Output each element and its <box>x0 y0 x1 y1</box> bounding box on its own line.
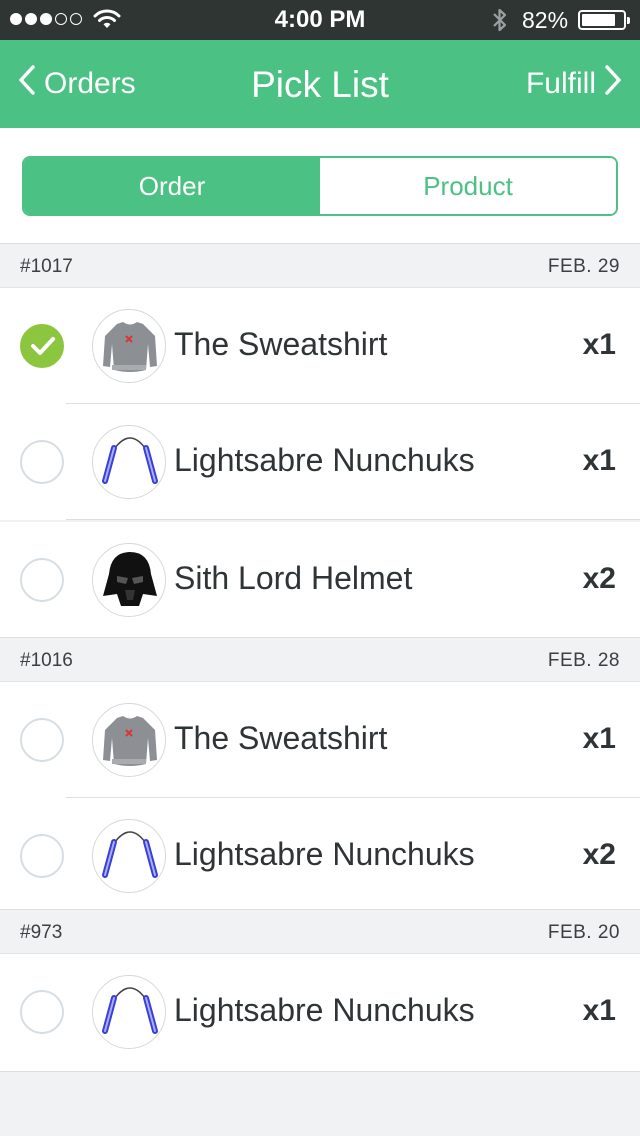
order-number: #1016 <box>20 650 73 671</box>
unchecked-checkbox[interactable] <box>20 440 64 484</box>
list-item[interactable]: Lightsabre Nunchuks x1 <box>0 404 640 520</box>
nunchuks-icon <box>92 425 166 499</box>
product-name: The Sweatshirt <box>174 326 388 362</box>
battery-icon <box>578 10 630 30</box>
sweatshirt-icon <box>92 309 166 383</box>
product-name: Sith Lord Helmet <box>174 560 413 596</box>
quantity: x1 <box>582 994 616 1027</box>
bluetooth-icon <box>490 7 510 38</box>
helmet-icon <box>92 543 166 617</box>
sweatshirt-icon <box>92 703 166 777</box>
order-header: #973 FEB. 20 <box>0 910 640 954</box>
list-item[interactable]: Lightsabre Nunchuks x2 <box>0 798 640 910</box>
quantity: x2 <box>582 838 616 871</box>
unchecked-checkbox[interactable] <box>20 990 64 1034</box>
order-date: FEB. 28 <box>547 650 620 671</box>
order-date: FEB. 20 <box>547 922 620 943</box>
product-name: Lightsabre Nunchuks <box>174 836 475 872</box>
order-date: FEB. 29 <box>547 256 620 277</box>
fulfill-label: Fulfill <box>525 67 596 100</box>
unchecked-checkbox[interactable] <box>20 718 64 762</box>
navigation-bar: Orders Pick List Fulfill <box>0 40 640 128</box>
list-item[interactable]: Sith Lord Helmet x2 <box>0 522 640 638</box>
quantity: x1 <box>582 444 616 477</box>
chevron-right-icon <box>604 64 622 104</box>
list-item[interactable]: The Sweatshirt x1 <box>0 682 640 798</box>
quantity: x1 <box>582 328 616 361</box>
segment-area: Order Product <box>0 128 640 244</box>
battery-percent: 82% <box>522 7 569 33</box>
nunchuks-icon <box>92 819 166 893</box>
fulfill-button[interactable]: Fulfill <box>526 64 622 104</box>
order-header: #1017 FEB. 29 <box>0 244 640 288</box>
checked-checkbox[interactable] <box>20 324 64 368</box>
unchecked-checkbox[interactable] <box>20 834 64 878</box>
quantity: x1 <box>582 722 616 755</box>
segment-product[interactable]: Product <box>320 158 616 214</box>
segment-order[interactable]: Order <box>24 158 320 214</box>
quantity: x2 <box>582 562 616 595</box>
unchecked-checkbox[interactable] <box>20 558 64 602</box>
product-name: Lightsabre Nunchuks <box>174 442 475 478</box>
order-number: #1017 <box>20 256 73 277</box>
list-item[interactable]: Lightsabre Nunchuks x1 <box>0 954 640 1072</box>
status-bar: 4:00 PM 82% <box>0 0 640 40</box>
order-number: #973 <box>20 922 63 943</box>
order-header: #1016 FEB. 28 <box>0 638 640 682</box>
product-name: The Sweatshirt <box>174 720 388 756</box>
list-item[interactable]: The Sweatshirt x1 <box>0 288 640 404</box>
nunchuks-icon <box>92 975 166 1049</box>
product-name: Lightsabre Nunchuks <box>174 992 475 1028</box>
view-segmented-control: Order Product <box>22 156 618 216</box>
